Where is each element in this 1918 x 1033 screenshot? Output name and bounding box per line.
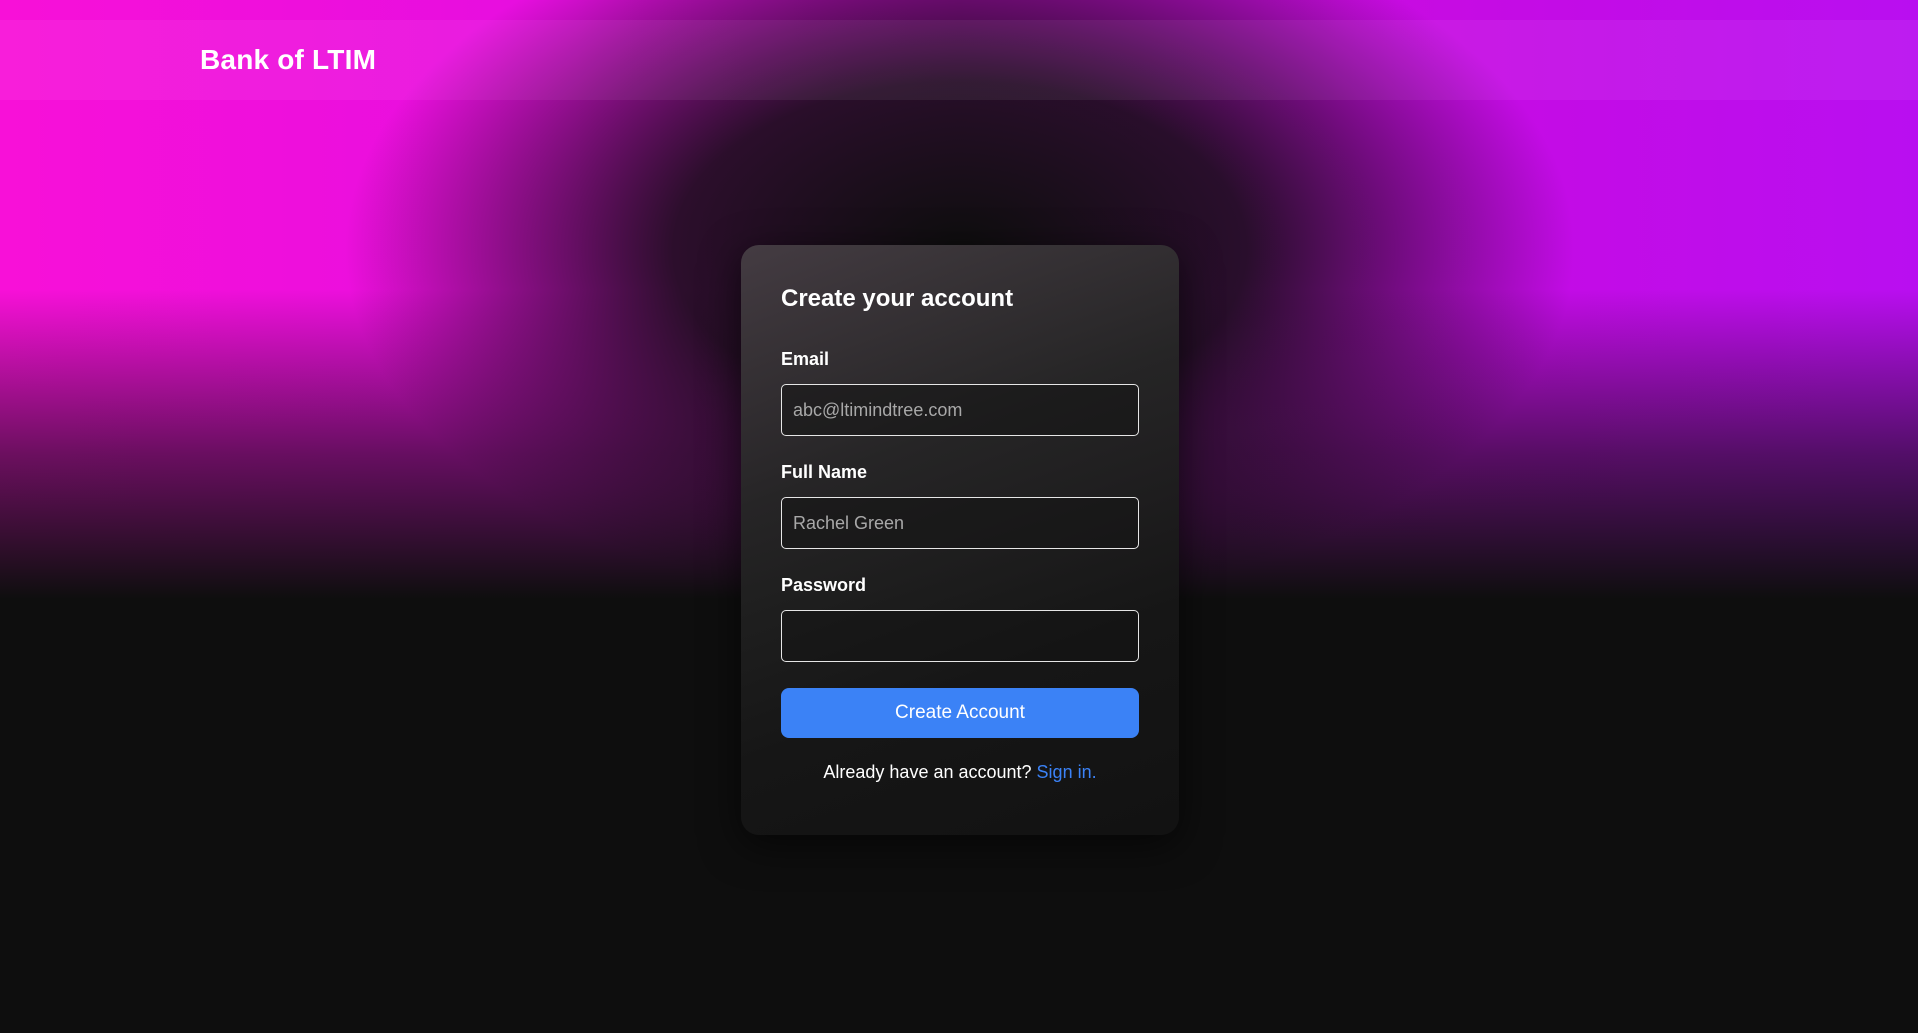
password-input[interactable] [781, 610, 1139, 662]
full-name-input[interactable] [781, 497, 1139, 549]
signup-card: Create your account Email Full Name Pass… [741, 245, 1179, 835]
signin-link[interactable]: Sign in. [1037, 762, 1097, 782]
create-account-button[interactable]: Create Account [781, 688, 1139, 738]
email-field-group: Email [781, 349, 1139, 436]
page-background: Bank of LTIM Create your account Email F… [0, 0, 1918, 1033]
email-label: Email [781, 349, 830, 369]
form-title: Create your account [781, 285, 1014, 312]
full-name-field-group: Full Name [781, 462, 1139, 549]
brand-logo[interactable]: Bank of LTIM [200, 44, 376, 76]
signin-row: Already have an account? Sign in. [781, 762, 1139, 783]
top-navbar: Bank of LTIM [0, 20, 1918, 100]
full-name-label: Full Name [781, 462, 868, 482]
password-label: Password [781, 575, 867, 595]
signin-prompt: Already have an account? [823, 762, 1037, 782]
email-input[interactable] [781, 384, 1139, 436]
password-field-group: Password [781, 575, 1139, 662]
